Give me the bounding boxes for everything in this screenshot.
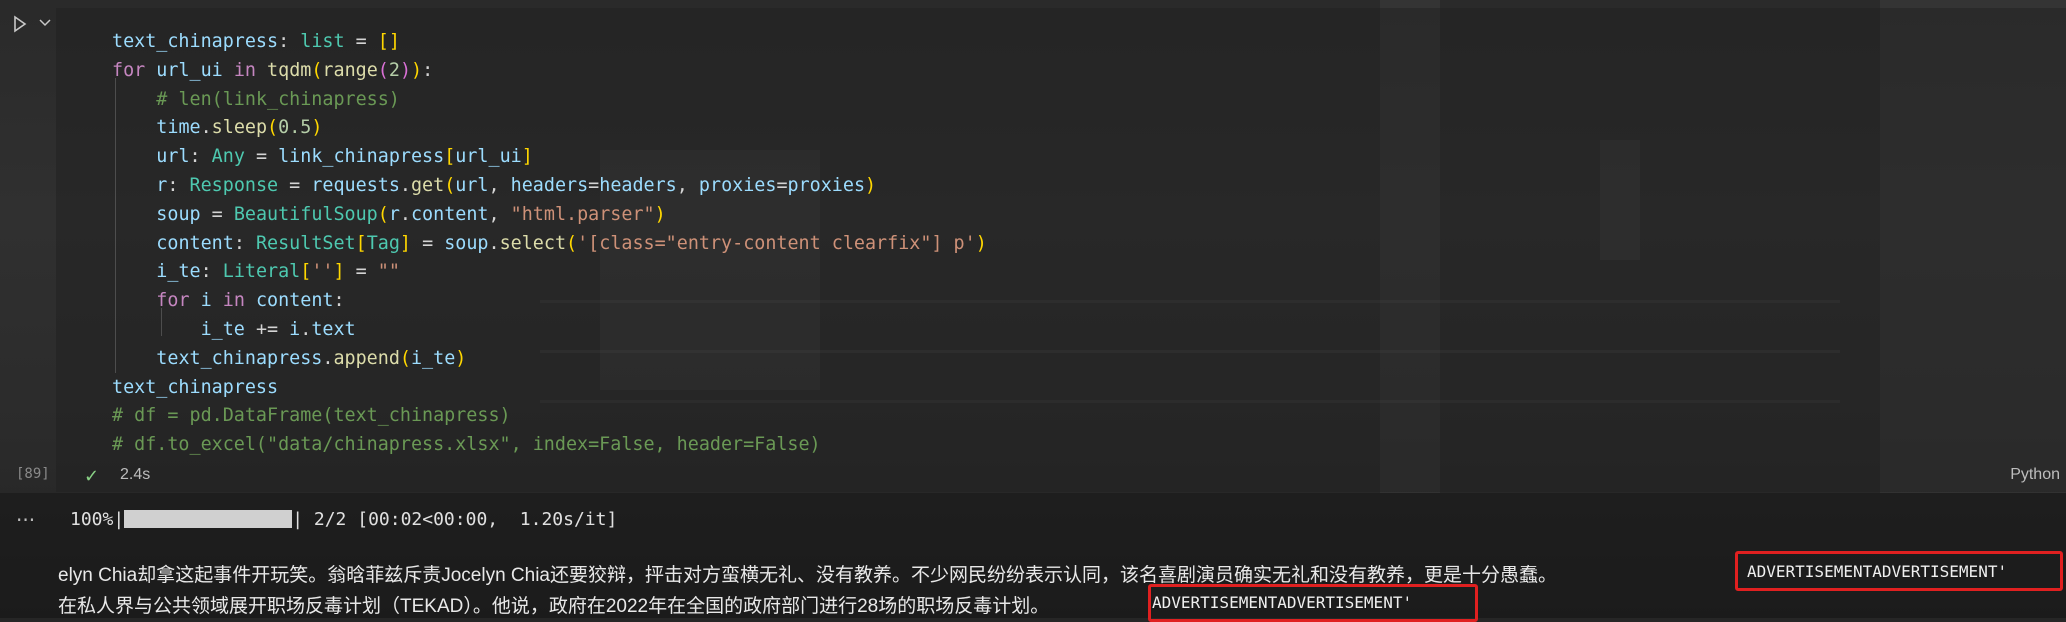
execution-count: [89] bbox=[16, 466, 50, 482]
run-cell-button[interactable] bbox=[12, 14, 28, 34]
output-text: 在私人界与公共领域展开职场反毒计划（TEKAD）。他说，政府在2022年在全国的… bbox=[58, 596, 1050, 617]
check-icon: ✓ bbox=[84, 466, 100, 487]
code-line: content: ResultSet[Tag] = soup.select('[… bbox=[156, 232, 987, 254]
run-options-dropdown[interactable] bbox=[38, 14, 52, 32]
output-line-2: 在私人界与公共领域展开职场反毒计划（TEKAD）。他说，政府在2022年在全国的… bbox=[58, 591, 1049, 618]
chevron-down-icon bbox=[39, 19, 51, 27]
output-text: elyn Chia却拿这起事件开玩笑。翁晗菲兹斥责Jocelyn Chia还要狡… bbox=[58, 565, 1557, 586]
code-line: for i in content: bbox=[156, 290, 345, 312]
advertisement-text: ADVERTISEMENTADVERTISEMENT' bbox=[1747, 562, 2008, 581]
code-line: # df.to_excel("data/chinapress.xlsx", in… bbox=[112, 434, 821, 456]
code-line: # len(link_chinapress) bbox=[156, 88, 400, 110]
code-line: i_te: Literal[''] = "" bbox=[156, 261, 400, 283]
progress-percent: 100% bbox=[70, 509, 114, 530]
output-line-1: elyn Chia却拿这起事件开玩笑。翁晗菲兹斥责Jocelyn Chia还要狡… bbox=[58, 560, 1557, 587]
code-line: time.sleep(0.5) bbox=[156, 117, 323, 139]
output-actions-button[interactable]: ··· bbox=[16, 508, 35, 532]
code-editor[interactable]: text_chinapress: list = [] for url_ui in … bbox=[112, 28, 987, 460]
code-line: # df = pd.DataFrame(text_chinapress) bbox=[112, 405, 511, 427]
play-icon bbox=[14, 15, 27, 33]
code-line: i_te += i.text bbox=[200, 318, 356, 340]
execution-duration: 2.4s bbox=[120, 466, 151, 483]
code-line: r: Response = requests.get(url, headers=… bbox=[156, 174, 877, 196]
progress-bar bbox=[124, 510, 293, 528]
advertisement-text: ADVERTISEMENTADVERTISEMENT' bbox=[1152, 593, 1413, 612]
kernel-language-button[interactable]: Python bbox=[2010, 466, 2060, 484]
code-line: text_chinapress: list = [] bbox=[112, 31, 400, 52]
code-line: url: Any = link_chinapress[url_ui] bbox=[156, 146, 533, 168]
progress-stats: 2/2 [00:02<00:00, 1.20s/it] bbox=[303, 509, 618, 530]
progress-output: 100%| | 2/2 [00:02<00:00, 1.20s/it] bbox=[70, 509, 618, 530]
code-line: text_chinapress bbox=[112, 376, 279, 398]
code-line: for url_ui in tqdm(range(2)): bbox=[112, 59, 434, 81]
code-line: soup = BeautifulSoup(r.content, "html.pa… bbox=[156, 203, 666, 225]
code-line: text_chinapress.append(i_te) bbox=[156, 347, 467, 369]
